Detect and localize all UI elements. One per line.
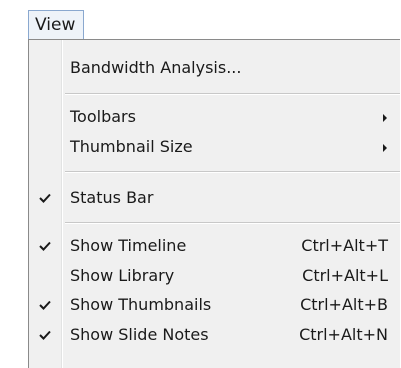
menu-item-label: Show Thumbnails: [70, 295, 212, 314]
menu-item-label: Bandwidth Analysis...: [70, 58, 242, 77]
menu-item-label: Show Timeline: [70, 236, 187, 255]
menu-item-shortcut: Ctrl+Alt+B: [300, 295, 388, 314]
menu-item-bandwidth-analysis[interactable]: Bandwidth Analysis...: [29, 53, 400, 83]
window: View Bandwidth Analysis... Toolbars Thum…: [0, 0, 401, 368]
menu-item-label: Status Bar: [70, 188, 154, 207]
menu-item-toolbars[interactable]: Toolbars: [29, 102, 400, 132]
menu-item-show-library[interactable]: Show Library Ctrl+Alt+L: [29, 261, 400, 291]
check-icon: [36, 290, 54, 320]
menu-item-label: Show Library: [70, 266, 175, 285]
menu-separator: [65, 93, 400, 95]
menu-item-show-thumbnails[interactable]: Show Thumbnails Ctrl+Alt+B: [29, 290, 400, 320]
chevron-right-icon: [383, 144, 387, 152]
chevron-right-icon: [383, 114, 387, 122]
check-icon: [36, 231, 54, 261]
menu-item-status-bar[interactable]: Status Bar: [29, 183, 400, 213]
view-menu-dropdown: Bandwidth Analysis... Toolbars Thumbnail…: [28, 39, 400, 368]
check-icon: [36, 183, 54, 213]
menu-item-shortcut: Ctrl+Alt+L: [302, 266, 388, 285]
menu-item-thumbnail-size[interactable]: Thumbnail Size: [29, 132, 400, 162]
menu-item-label: Show Slide Notes: [70, 325, 209, 344]
menu-item-shortcut: Ctrl+Alt+N: [299, 325, 388, 344]
menu-item-label: Thumbnail Size: [70, 137, 193, 156]
menu-item-label: Toolbars: [70, 107, 136, 126]
check-icon: [36, 320, 54, 350]
menu-separator: [65, 222, 400, 224]
menubar-item-view[interactable]: View: [28, 10, 84, 40]
menu-item-show-timeline[interactable]: Show Timeline Ctrl+Alt+T: [29, 231, 400, 261]
menu-item-shortcut: Ctrl+Alt+T: [301, 236, 388, 255]
menu-separator: [65, 171, 400, 173]
menu-item-show-slide-notes[interactable]: Show Slide Notes Ctrl+Alt+N: [29, 320, 400, 350]
menubar-item-view-label: View: [35, 15, 76, 35]
